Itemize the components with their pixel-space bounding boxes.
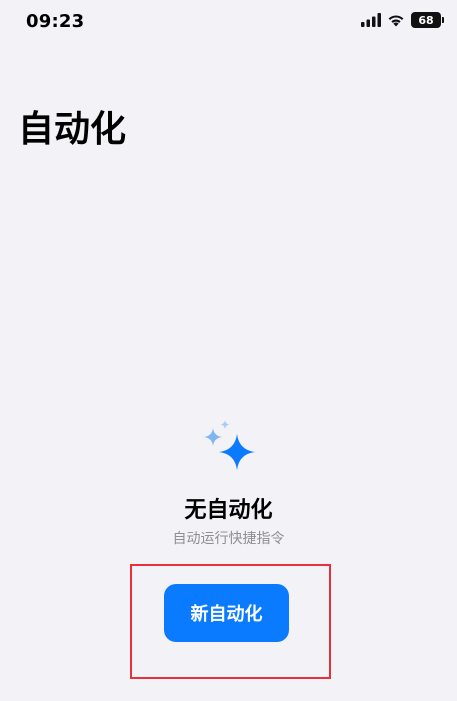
empty-state: 无自动化 自动运行快捷指令 <box>0 420 457 548</box>
page-title: 自动化 <box>18 109 127 150</box>
cellular-signal-icon <box>361 13 381 27</box>
new-automation-button[interactable]: 新自动化 <box>164 584 289 642</box>
empty-state-title: 无自动化 <box>184 498 273 523</box>
battery-icon: 68 <box>411 12 444 28</box>
battery-level: 68 <box>418 13 434 27</box>
sparkle-icon <box>203 420 255 470</box>
empty-state-subtitle: 自动运行快捷指令 <box>172 531 285 548</box>
status-icons: 68 <box>361 12 444 28</box>
status-bar: 09:23 68 <box>0 0 457 44</box>
status-time: 09:23 <box>26 11 85 32</box>
wifi-icon <box>388 15 404 27</box>
